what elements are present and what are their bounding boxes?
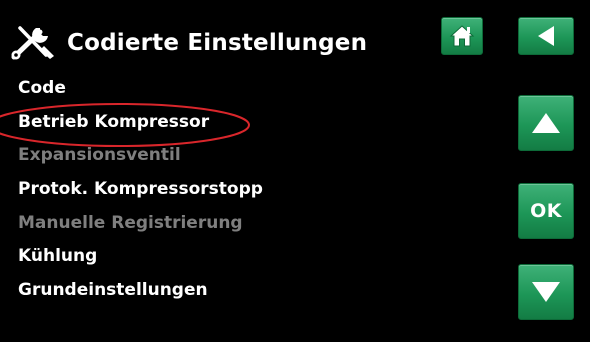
menu-item-protok-kompressorstopp[interactable]: Protok. Kompressorstopp	[18, 176, 263, 210]
menu-item-kuehlung[interactable]: Kühlung	[18, 243, 263, 277]
menu-item-manuelle-registrierung: Manuelle Registrierung	[18, 212, 243, 233]
back-button[interactable]	[518, 17, 574, 55]
home-button[interactable]	[441, 17, 483, 55]
scroll-down-button[interactable]	[518, 264, 574, 320]
ok-button[interactable]: OK	[518, 183, 574, 239]
up-arrow-icon	[532, 113, 560, 133]
screen: Codierte Einstellungen Code Betrieb Komp…	[0, 0, 590, 342]
back-arrow-icon	[538, 26, 554, 46]
menu-item-grundeinstellungen[interactable]: Grundeinstellungen	[18, 277, 263, 311]
menu-item-code[interactable]: Code	[18, 75, 263, 109]
scroll-up-button[interactable]	[518, 95, 574, 151]
menu-item-betrieb-kompressor[interactable]: Betrieb Kompressor	[18, 109, 263, 143]
home-icon	[449, 25, 475, 47]
settings-menu: Code Betrieb Kompressor Expansionsventil…	[18, 75, 263, 311]
menu-item-expansionsventil: Expansionsventil	[18, 145, 181, 166]
page-title: Codierte Einstellungen	[67, 30, 368, 56]
wrench-screwdriver-icon	[11, 26, 54, 60]
down-arrow-icon	[532, 282, 560, 302]
ok-label: OK	[530, 200, 562, 222]
